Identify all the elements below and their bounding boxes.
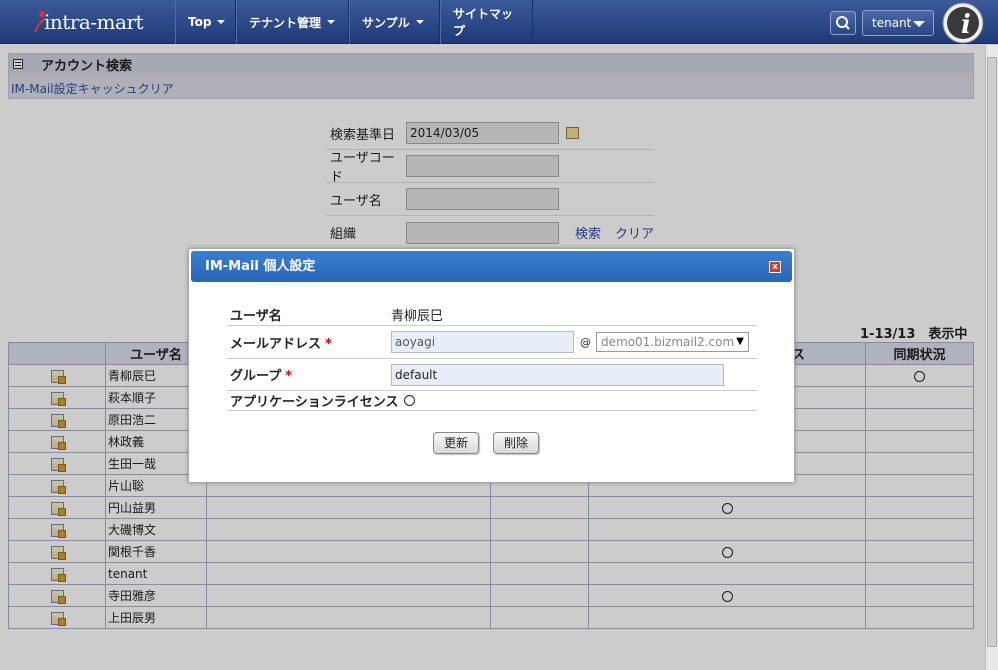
- dialog-app-license-row: アプリケーションライセンス: [227, 391, 757, 411]
- mail-domain-select[interactable]: demo01.bizmail2.com ▼: [596, 332, 749, 352]
- vertical-scrollbar[interactable]: [985, 45, 998, 670]
- nav-item-label: テナント管理: [249, 15, 322, 30]
- scrollbar-thumb[interactable]: [987, 57, 997, 647]
- main-nav: Top テナント管理 サンプル サイトマップ: [175, 0, 533, 44]
- dialog-mail-row: メールアドレス * aoyagi @ demo01.bizmail2.com ▼: [227, 326, 757, 359]
- required-mark: *: [285, 369, 293, 384]
- logo-text: intra-mart: [44, 10, 144, 34]
- close-icon[interactable]: x: [769, 261, 781, 273]
- at-sign: @: [580, 335, 591, 349]
- dialog-buttons: 更新 削除: [433, 432, 540, 454]
- nav-item-label: サンプル: [362, 15, 410, 30]
- dialog-mail-label: メールアドレス *: [230, 336, 332, 352]
- nav-item-tenant-admin[interactable]: テナント管理: [236, 0, 349, 44]
- license-circle-icon: [404, 395, 416, 406]
- dialog-user-name-label: ユーザ名: [230, 309, 282, 324]
- nav-item-label: Top: [188, 15, 212, 29]
- user-name: tenant: [872, 16, 912, 30]
- mail-local-input[interactable]: aoyagi: [391, 331, 574, 353]
- mail-domain-value: demo01.bizmail2.com: [601, 335, 735, 349]
- update-button[interactable]: 更新: [433, 432, 480, 454]
- intra-mart-i-icon[interactable]: i: [940, 1, 986, 45]
- intra-mart-logo[interactable]: intra-mart: [30, 6, 150, 38]
- dialog-group-label: グループ *: [230, 369, 293, 384]
- dialog-title: IM-Mail 個人設定: [191, 251, 792, 282]
- delete-button[interactable]: 削除: [493, 432, 540, 454]
- nav-item-top[interactable]: Top: [175, 0, 236, 44]
- dialog-user-name-value: 青柳辰巳: [391, 309, 444, 324]
- caret-down-icon: [217, 20, 226, 24]
- nav-item-sample[interactable]: サンプル: [349, 0, 440, 44]
- dropdown-arrow-icon: ▼: [736, 336, 744, 347]
- im-mail-settings-dialog: IM-Mail 個人設定 x ユーザ名 青柳辰巳 メールアドレス * aoyagi…: [188, 248, 795, 483]
- caret-down-icon: [415, 20, 424, 24]
- search-icon: [836, 16, 850, 30]
- nav-item-sitemap[interactable]: サイトマップ: [440, 0, 533, 44]
- dialog-form: ユーザ名 青柳辰巳 メールアドレス * aoyagi @ demo01.bizma…: [227, 304, 757, 411]
- dialog-app-license-label: アプリケーションライセンス: [230, 395, 399, 410]
- dialog-group-row: グループ * default: [227, 359, 757, 391]
- global-search-button[interactable]: [830, 11, 856, 35]
- caret-down-icon: [327, 20, 336, 24]
- top-navigation-bar: intra-mart Top テナント管理 サンプル サイトマップ tenant…: [0, 0, 998, 44]
- svg-text:i: i: [961, 10, 971, 40]
- group-input[interactable]: default: [391, 363, 724, 386]
- required-mark: *: [325, 336, 332, 352]
- caret-down-icon: [913, 21, 925, 27]
- nav-item-label: サイトマップ: [453, 7, 514, 38]
- user-menu-button[interactable]: tenant: [862, 10, 934, 36]
- dialog-user-name-row: ユーザ名 青柳辰巳: [227, 304, 757, 326]
